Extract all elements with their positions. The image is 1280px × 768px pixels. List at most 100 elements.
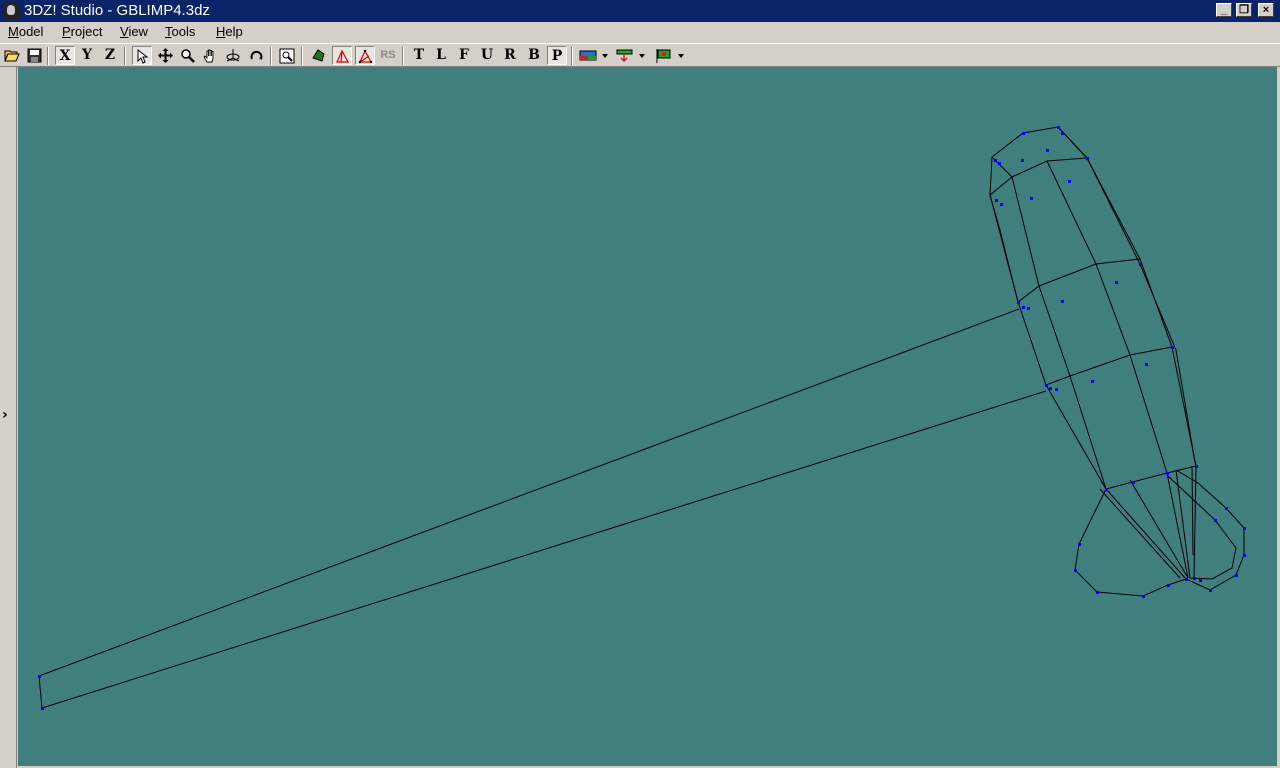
- view-back-button[interactable]: B: [524, 46, 544, 65]
- model-vertex[interactable]: [1068, 180, 1071, 183]
- zoom-icon[interactable]: [177, 46, 197, 65]
- model-vertex[interactable]: [1166, 472, 1169, 475]
- model-edge: [1086, 157, 1197, 467]
- view-left-button[interactable]: L: [431, 46, 451, 65]
- collapsed-side-panel[interactable]: ›: [0, 67, 17, 768]
- model-vertex[interactable]: [1171, 346, 1174, 349]
- model-vertex[interactable]: [1030, 197, 1033, 200]
- model-vertex[interactable]: [1061, 132, 1064, 135]
- select-arrow-icon[interactable]: [132, 46, 152, 65]
- light-tool-icon[interactable]: [615, 46, 647, 65]
- model-vertex[interactable]: [1195, 465, 1198, 468]
- model-edge: [1166, 472, 1189, 579]
- model-vertex[interactable]: [1055, 388, 1058, 391]
- model-vertex[interactable]: [1193, 577, 1196, 580]
- model-edge: [991, 126, 1089, 178]
- model-vertex[interactable]: [1145, 363, 1148, 366]
- toolbar-separator: [270, 47, 272, 65]
- model-edge: [1193, 465, 1197, 579]
- model-vertex[interactable]: [1185, 578, 1188, 581]
- model-vertex[interactable]: [1209, 589, 1212, 592]
- model-vertex[interactable]: [995, 199, 998, 202]
- restore-button[interactable]: ❐: [1236, 3, 1252, 17]
- model-vertex[interactable]: [1199, 579, 1202, 582]
- model-vertex[interactable]: [1167, 584, 1170, 587]
- wireframe-icon[interactable]: [332, 46, 352, 65]
- rs-button[interactable]: RS: [378, 46, 398, 65]
- app-icon[interactable]: [3, 2, 19, 20]
- model-vertex[interactable]: [1000, 203, 1003, 206]
- model-vertex[interactable]: [1086, 157, 1089, 160]
- rotate-axes-icon[interactable]: [223, 46, 243, 65]
- open-folder-icon[interactable]: [2, 46, 22, 65]
- model-vertex[interactable]: [1243, 554, 1246, 557]
- menu-model-mnemonic: M: [8, 24, 19, 39]
- model-vertex[interactable]: [1225, 507, 1228, 510]
- menu-project-mnemonic: P: [62, 24, 71, 39]
- expand-panel-chevron-icon[interactable]: ›: [2, 407, 8, 423]
- toolbar-separator: [301, 47, 303, 65]
- model-edges: [38, 126, 1245, 709]
- toolbar-separator: [47, 47, 49, 65]
- color-palette-icon[interactable]: [578, 46, 610, 65]
- model-vertex[interactable]: [1027, 307, 1030, 310]
- model-vertex[interactable]: [1046, 149, 1049, 152]
- model-edge: [1105, 488, 1187, 580]
- vertex-wire-icon[interactable]: [355, 46, 375, 65]
- model-vertex[interactable]: [1243, 527, 1246, 530]
- flag-icon[interactable]: [653, 46, 687, 65]
- model-vertex[interactable]: [1091, 380, 1094, 383]
- menu-view-label: iew: [128, 24, 148, 39]
- model-vertex[interactable]: [998, 162, 1001, 165]
- axis-x-button[interactable]: X: [55, 46, 75, 65]
- minimize-button[interactable]: _: [1216, 3, 1232, 17]
- model-vertex[interactable]: [1017, 301, 1020, 304]
- toolbar-separator: [402, 47, 404, 65]
- zoom-extents-icon[interactable]: [277, 46, 297, 65]
- model-vertex[interactable]: [1057, 126, 1060, 129]
- view-perspective-button[interactable]: P: [547, 46, 567, 65]
- menu-project[interactable]: Project: [62, 24, 102, 40]
- model-vertex[interactable]: [1074, 569, 1077, 572]
- model-vertex[interactable]: [1105, 488, 1108, 491]
- menu-model[interactable]: Model: [8, 24, 43, 40]
- menu-help-label: elp: [225, 24, 243, 39]
- model-vertex[interactable]: [1139, 263, 1142, 266]
- model-vertex[interactable]: [1022, 132, 1025, 135]
- menu-help[interactable]: Help: [216, 24, 243, 40]
- model-edge: [1017, 301, 1173, 386]
- model-vertex[interactable]: [1142, 595, 1145, 598]
- view-top-button[interactable]: T: [409, 46, 429, 65]
- model-vertex[interactable]: [1235, 574, 1238, 577]
- model-vertex[interactable]: [1115, 281, 1118, 284]
- model-vertex[interactable]: [41, 707, 44, 710]
- close-button[interactable]: ×: [1258, 3, 1274, 17]
- axis-z-button[interactable]: Z: [100, 46, 120, 65]
- model-vertex[interactable]: [1061, 300, 1064, 303]
- solid-shade-icon[interactable]: [308, 46, 328, 65]
- model-vertex[interactable]: [1078, 543, 1081, 546]
- view-right-button[interactable]: R: [500, 46, 520, 65]
- model-edge: [1074, 488, 1187, 597]
- model-vertex[interactable]: [1214, 519, 1217, 522]
- view-front-button[interactable]: F: [454, 46, 474, 65]
- model-edge: [989, 194, 1141, 303]
- model-vertex[interactable]: [1132, 481, 1135, 484]
- save-icon[interactable]: [24, 46, 44, 65]
- orbit-icon[interactable]: [246, 46, 266, 65]
- menu-tools[interactable]: Tools: [165, 24, 195, 40]
- model-vertex[interactable]: [1022, 306, 1025, 309]
- menu-view[interactable]: View: [120, 24, 148, 40]
- model-vertex[interactable]: [1096, 591, 1099, 594]
- 3d-viewport[interactable]: [18, 67, 1277, 766]
- move-icon[interactable]: [155, 46, 175, 65]
- model-vertex[interactable]: [1049, 387, 1052, 390]
- model-vertex[interactable]: [1021, 159, 1024, 162]
- axis-y-button[interactable]: Y: [77, 46, 97, 65]
- toolbar: X Y Z RS T L F U R B P: [0, 43, 1280, 67]
- pan-hand-icon[interactable]: [200, 46, 220, 65]
- model-vertex[interactable]: [38, 675, 41, 678]
- view-under-button[interactable]: U: [477, 46, 497, 65]
- model-vertex[interactable]: [1045, 384, 1048, 387]
- model-vertex[interactable]: [994, 159, 997, 162]
